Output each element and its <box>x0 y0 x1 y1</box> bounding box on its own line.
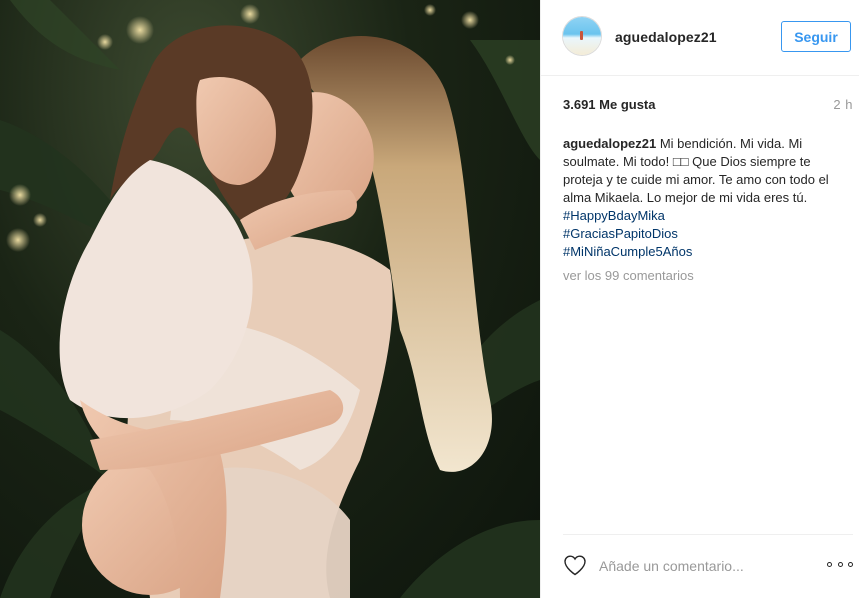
dot-icon <box>848 561 853 567</box>
post-caption: aguedalopez21 Mi bendición. Mi vida. Mi … <box>563 135 841 261</box>
hashtag-link[interactable]: #MiNiñaCumple5Años <box>563 244 692 259</box>
post-header: aguedalopez21 Seguir <box>541 0 859 76</box>
post-photo[interactable] <box>0 0 540 598</box>
dot-icon <box>827 561 832 567</box>
post-timestamp[interactable]: 2 h <box>833 97 853 112</box>
avatar[interactable] <box>563 17 601 55</box>
more-options-icon[interactable] <box>827 555 853 573</box>
likes-row: 3.691 Me gusta 2 h <box>563 97 853 115</box>
heart-outline-icon[interactable] <box>563 554 587 576</box>
instagram-post: aguedalopez21 Seguir 3.691 Me gusta 2 h … <box>0 0 859 598</box>
caption-username[interactable]: aguedalopez21 <box>563 136 656 151</box>
hashtag-link[interactable]: #GraciasPapitoDios <box>563 226 678 241</box>
author-username[interactable]: aguedalopez21 <box>615 29 717 45</box>
dot-icon <box>837 561 843 567</box>
follow-button[interactable]: Seguir <box>781 21 851 52</box>
post-sidebar: aguedalopez21 Seguir 3.691 Me gusta 2 h … <box>540 0 859 598</box>
likes-count[interactable]: 3.691 Me gusta <box>563 97 656 112</box>
post-footer <box>563 534 853 599</box>
avatar-figure <box>580 31 583 40</box>
comment-input[interactable] <box>599 557 799 575</box>
photo-illustration <box>0 0 540 598</box>
view-comments-link[interactable]: ver los 99 comentarios <box>563 268 694 283</box>
hashtag-link[interactable]: #HappyBdayMika <box>563 208 665 223</box>
